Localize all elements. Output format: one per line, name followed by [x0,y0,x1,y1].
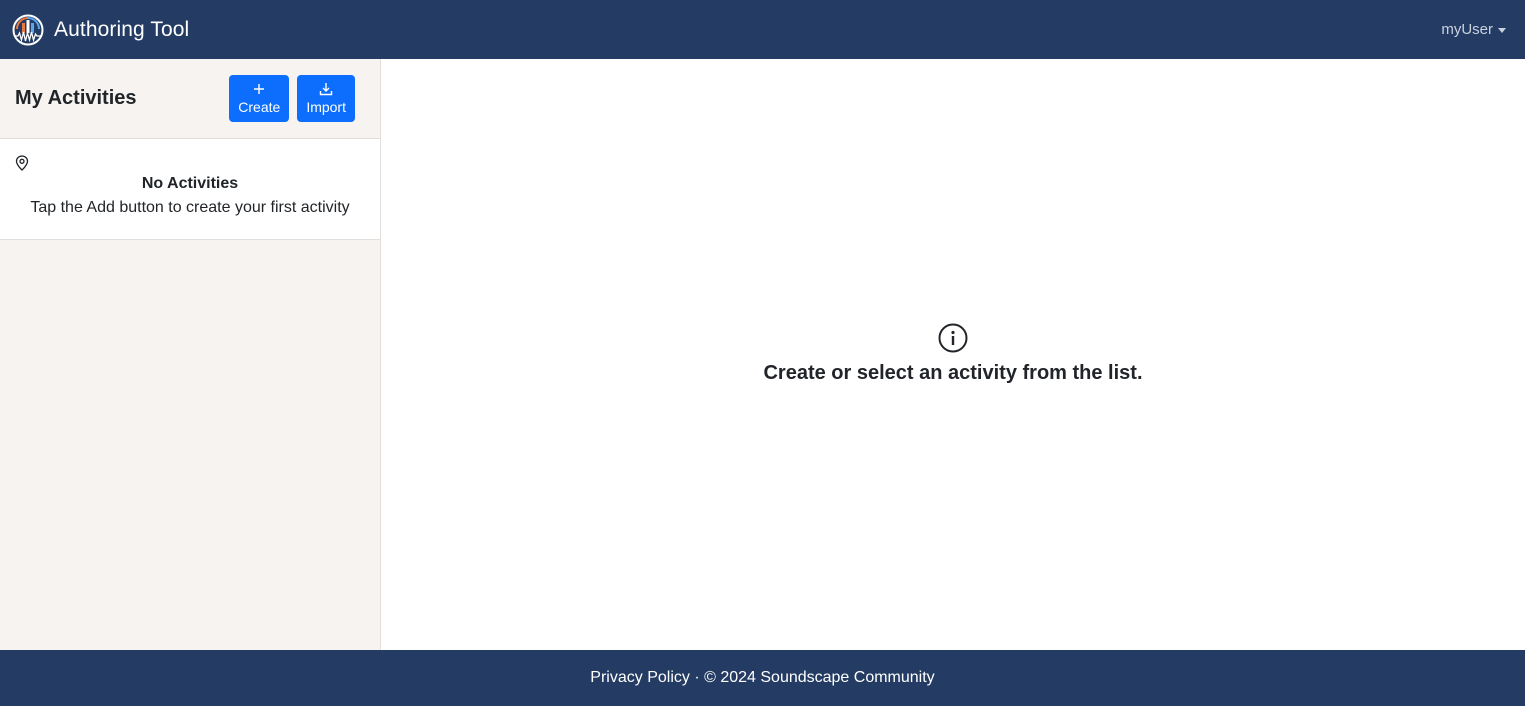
soundscape-logo-icon [12,14,44,46]
download-icon [319,81,333,97]
create-button-label: Create [238,99,281,115]
empty-description: Tap the Add button to create your first … [30,199,350,216]
caret-down-icon [1498,28,1506,33]
top-navbar: Authoring Tool myUser [0,0,1525,59]
empty-state: Create or select an activity from the li… [381,322,1525,385]
import-button-label: Import [306,99,346,115]
empty-activities-card: No Activities Tap the Add button to crea… [0,139,380,240]
sidebar-header: My Activities Create Import [0,59,380,139]
activities-sidebar: My Activities Create Import No Activitie… [0,59,381,650]
footer-separator: · [689,669,705,686]
user-menu-dropdown[interactable]: myUser [1441,21,1513,38]
plus-icon [253,81,265,97]
user-name: myUser [1441,21,1493,38]
sidebar-actions: Create Import [229,75,355,122]
app-title: Authoring Tool [54,17,190,41]
copyright-text: © 2024 Soundscape Community [704,669,935,686]
import-button[interactable]: Import [297,75,355,122]
empty-state-message: Create or select an activity from the li… [763,362,1143,384]
brand[interactable]: Authoring Tool [12,14,189,46]
create-button[interactable]: Create [229,75,290,122]
page-footer: Privacy Policy · © 2024 Soundscape Commu… [0,650,1525,706]
map-pin-icon [15,155,29,171]
activity-detail-panel: Create or select an activity from the li… [381,59,1525,650]
info-circle-icon [937,322,969,354]
empty-title: No Activities [141,175,239,192]
sidebar-title: My Activities [15,87,137,109]
privacy-policy-link[interactable]: Privacy Policy [590,669,690,687]
